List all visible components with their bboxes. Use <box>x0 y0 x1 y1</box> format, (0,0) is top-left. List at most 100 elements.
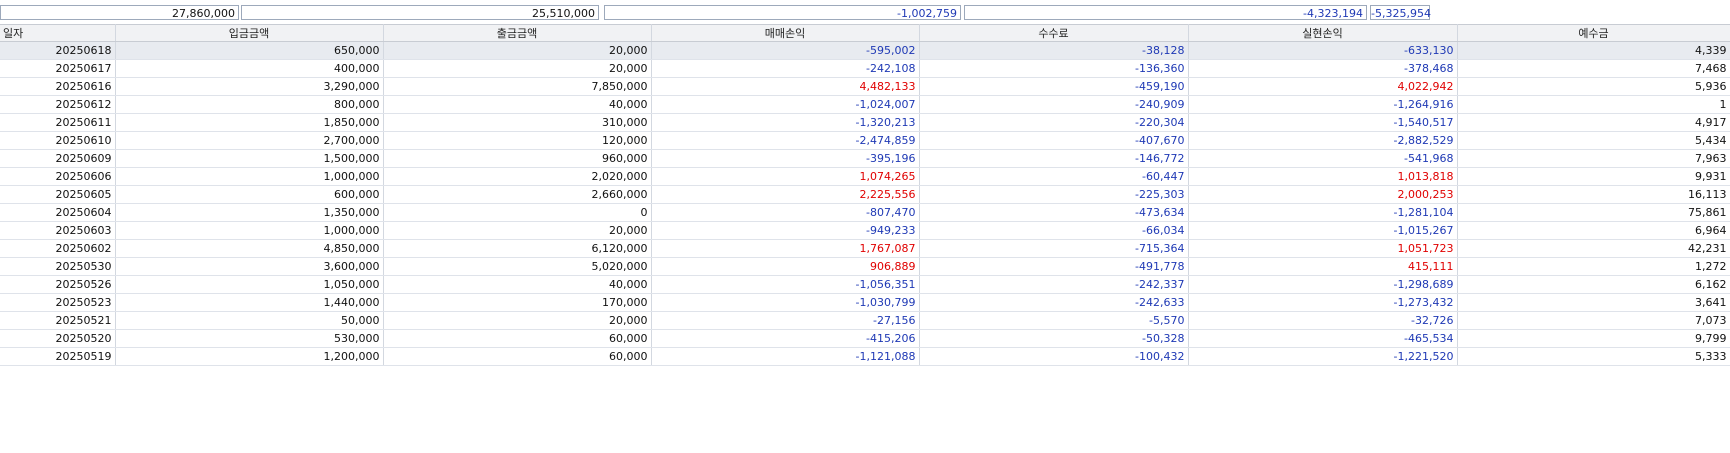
horizontal-scrollbar[interactable] <box>0 441 1730 453</box>
table-row[interactable]: 20250617 400,000 20,000 -242,108 -136,360 -37… <box>0 59 1730 78</box>
table-cell: -66,034 <box>919 221 1189 240</box>
table-cell: 1,051,723 <box>1188 239 1458 258</box>
table-row[interactable]: 20250609 1,500,000 960,000 -395,196 -146,772… <box>0 149 1730 168</box>
table-cell: 1,000,000 <box>115 221 384 240</box>
table-cell: 1,000,000 <box>115 167 384 186</box>
table-cell: -473,634 <box>919 203 1189 222</box>
column-header[interactable]: 예수금 <box>1457 24 1730 42</box>
table-cell: 1,500,000 <box>115 149 384 168</box>
table-cell: -32,726 <box>1188 311 1458 330</box>
table-cell: 4,022,942 <box>1188 77 1458 96</box>
grid-body: 20250618 650,000 20,000 -595,002 -38,128 -633… <box>0 41 1730 366</box>
table-cell: -807,470 <box>651 203 920 222</box>
table-row[interactable]: 20250616 3,290,000 7,850,000 4,482,133 -459,… <box>0 77 1730 96</box>
table-cell: 20250603 <box>0 221 116 240</box>
table-cell: -1,056,351 <box>651 275 920 294</box>
table-row[interactable]: 20250523 1,440,000 170,000 -1,030,799 -242,6… <box>0 293 1730 312</box>
table-cell: 40,000 <box>383 275 652 294</box>
table-cell: 20250523 <box>0 293 116 312</box>
table-cell: 1,767,087 <box>651 239 920 258</box>
table-cell: 20,000 <box>383 41 652 60</box>
withdraw-total-field: 25,510,000 <box>241 5 599 20</box>
table-row[interactable]: 20250612 800,000 40,000 -1,024,007 -240,909-… <box>0 95 1730 114</box>
table-cell: 9,799 <box>1457 329 1730 348</box>
table-cell: 530,000 <box>115 329 384 348</box>
table-row[interactable]: 20250602 4,850,000 6,120,000 1,767,087 -715,… <box>0 239 1730 258</box>
table-cell: 3,641 <box>1457 293 1730 312</box>
table-cell: 20250526 <box>0 275 116 294</box>
table-cell: 3,600,000 <box>115 257 384 276</box>
table-row[interactable]: 20250519 1,200,000 60,000 -1,121,088 -100,43… <box>0 347 1730 366</box>
table-cell: 0 <box>383 203 652 222</box>
column-header[interactable]: 입금금액 <box>115 24 384 42</box>
table-row[interactable]: 20250605 600,000 2,660,000 2,225,556 -225,30… <box>0 185 1730 204</box>
table-row[interactable]: 20250530 3,600,000 5,020,000 906,889 -491,77… <box>0 257 1730 276</box>
table-cell: -1,264,916 <box>1188 95 1458 114</box>
table-cell: 4,339 <box>1457 41 1730 60</box>
table-cell: 9,931 <box>1457 167 1730 186</box>
table-cell: 6,162 <box>1457 275 1730 294</box>
table-row[interactable]: 20250526 1,050,000 40,000 -1,056,351 -242,33… <box>0 275 1730 294</box>
table-cell: 20250602 <box>0 239 116 258</box>
table-cell: -949,233 <box>651 221 920 240</box>
table-cell: 20250617 <box>0 59 116 78</box>
table-cell: 2,020,000 <box>383 167 652 186</box>
table-cell: 20,000 <box>383 59 652 78</box>
realized-pl-total-field: -4,323,194 <box>964 5 1367 20</box>
table-row[interactable]: 20250610 2,700,000 120,000 -2,474,859 -407,6… <box>0 131 1730 150</box>
table-cell: 1,200,000 <box>115 347 384 366</box>
table-cell: -715,364 <box>919 239 1189 258</box>
table-cell: 6,120,000 <box>383 239 652 258</box>
table-cell: 7,963 <box>1457 149 1730 168</box>
column-header[interactable]: 실현손익 <box>1188 24 1458 42</box>
table-cell: 2,000,253 <box>1188 185 1458 204</box>
table-cell: 600,000 <box>115 185 384 204</box>
table-cell: -225,303 <box>919 185 1189 204</box>
table-cell: -242,633 <box>919 293 1189 312</box>
table-cell: 800,000 <box>115 95 384 114</box>
table-cell: 1,074,265 <box>651 167 920 186</box>
table-cell: -595,002 <box>651 41 920 60</box>
table-cell: 20250611 <box>0 113 116 132</box>
table-cell: 960,000 <box>383 149 652 168</box>
table-cell: -242,108 <box>651 59 920 78</box>
table-cell: -50,328 <box>919 329 1189 348</box>
column-header[interactable]: 일자 <box>0 24 116 42</box>
table-cell: 120,000 <box>383 131 652 150</box>
table-cell: 415,111 <box>1188 257 1458 276</box>
table-cell: 20250616 <box>0 77 116 96</box>
table-row[interactable]: 20250521 50,000 20,000 -27,156 -5,570 -32,726… <box>0 311 1730 330</box>
table-cell: 7,850,000 <box>383 77 652 96</box>
table-cell: 50,000 <box>115 311 384 330</box>
table-cell: -465,534 <box>1188 329 1458 348</box>
table-cell: 20250519 <box>0 347 116 366</box>
table-row[interactable]: 20250604 1,350,000 0 -807,470 -473,634 -1,281… <box>0 203 1730 222</box>
table-cell: 16,113 <box>1457 185 1730 204</box>
extra-total-field: -5,325,954 <box>1370 5 1431 20</box>
profit-grid[interactable]: 일자 입금금액 출금금액 매매손익 수수료 실현손익 예수금 20250618 650,000… <box>0 24 1730 366</box>
table-row[interactable]: 20250520 530,000 60,000 -415,206 -50,328 -465… <box>0 329 1730 348</box>
table-cell: -1,320,213 <box>651 113 920 132</box>
table-cell: -1,015,267 <box>1188 221 1458 240</box>
table-cell: -1,540,517 <box>1188 113 1458 132</box>
table-row[interactable]: 20250603 1,000,000 20,000 -949,233 -66,034 -1… <box>0 221 1730 240</box>
table-cell: -1,030,799 <box>651 293 920 312</box>
table-cell: 7,468 <box>1457 59 1730 78</box>
table-cell: 170,000 <box>383 293 652 312</box>
table-cell: 1,013,818 <box>1188 167 1458 186</box>
column-header[interactable]: 매매손익 <box>651 24 920 42</box>
table-cell: 20250605 <box>0 185 116 204</box>
table-row[interactable]: 20250606 1,000,000 2,020,000 1,074,265 -60,4… <box>0 167 1730 186</box>
table-cell: 1,850,000 <box>115 113 384 132</box>
table-cell: 5,936 <box>1457 77 1730 96</box>
table-row[interactable]: 20250611 1,850,000 310,000 -1,320,213 -220,3… <box>0 113 1730 132</box>
table-cell: 906,889 <box>651 257 920 276</box>
column-header[interactable]: 출금금액 <box>383 24 652 42</box>
table-cell: -220,304 <box>919 113 1189 132</box>
table-row[interactable]: 20250618 650,000 20,000 -595,002 -38,128 -633… <box>0 41 1730 60</box>
table-cell: -1,121,088 <box>651 347 920 366</box>
column-header[interactable]: 수수료 <box>919 24 1189 42</box>
trade-pl-total-field: -1,002,759 <box>604 5 961 20</box>
table-cell: -395,196 <box>651 149 920 168</box>
table-cell: -378,468 <box>1188 59 1458 78</box>
